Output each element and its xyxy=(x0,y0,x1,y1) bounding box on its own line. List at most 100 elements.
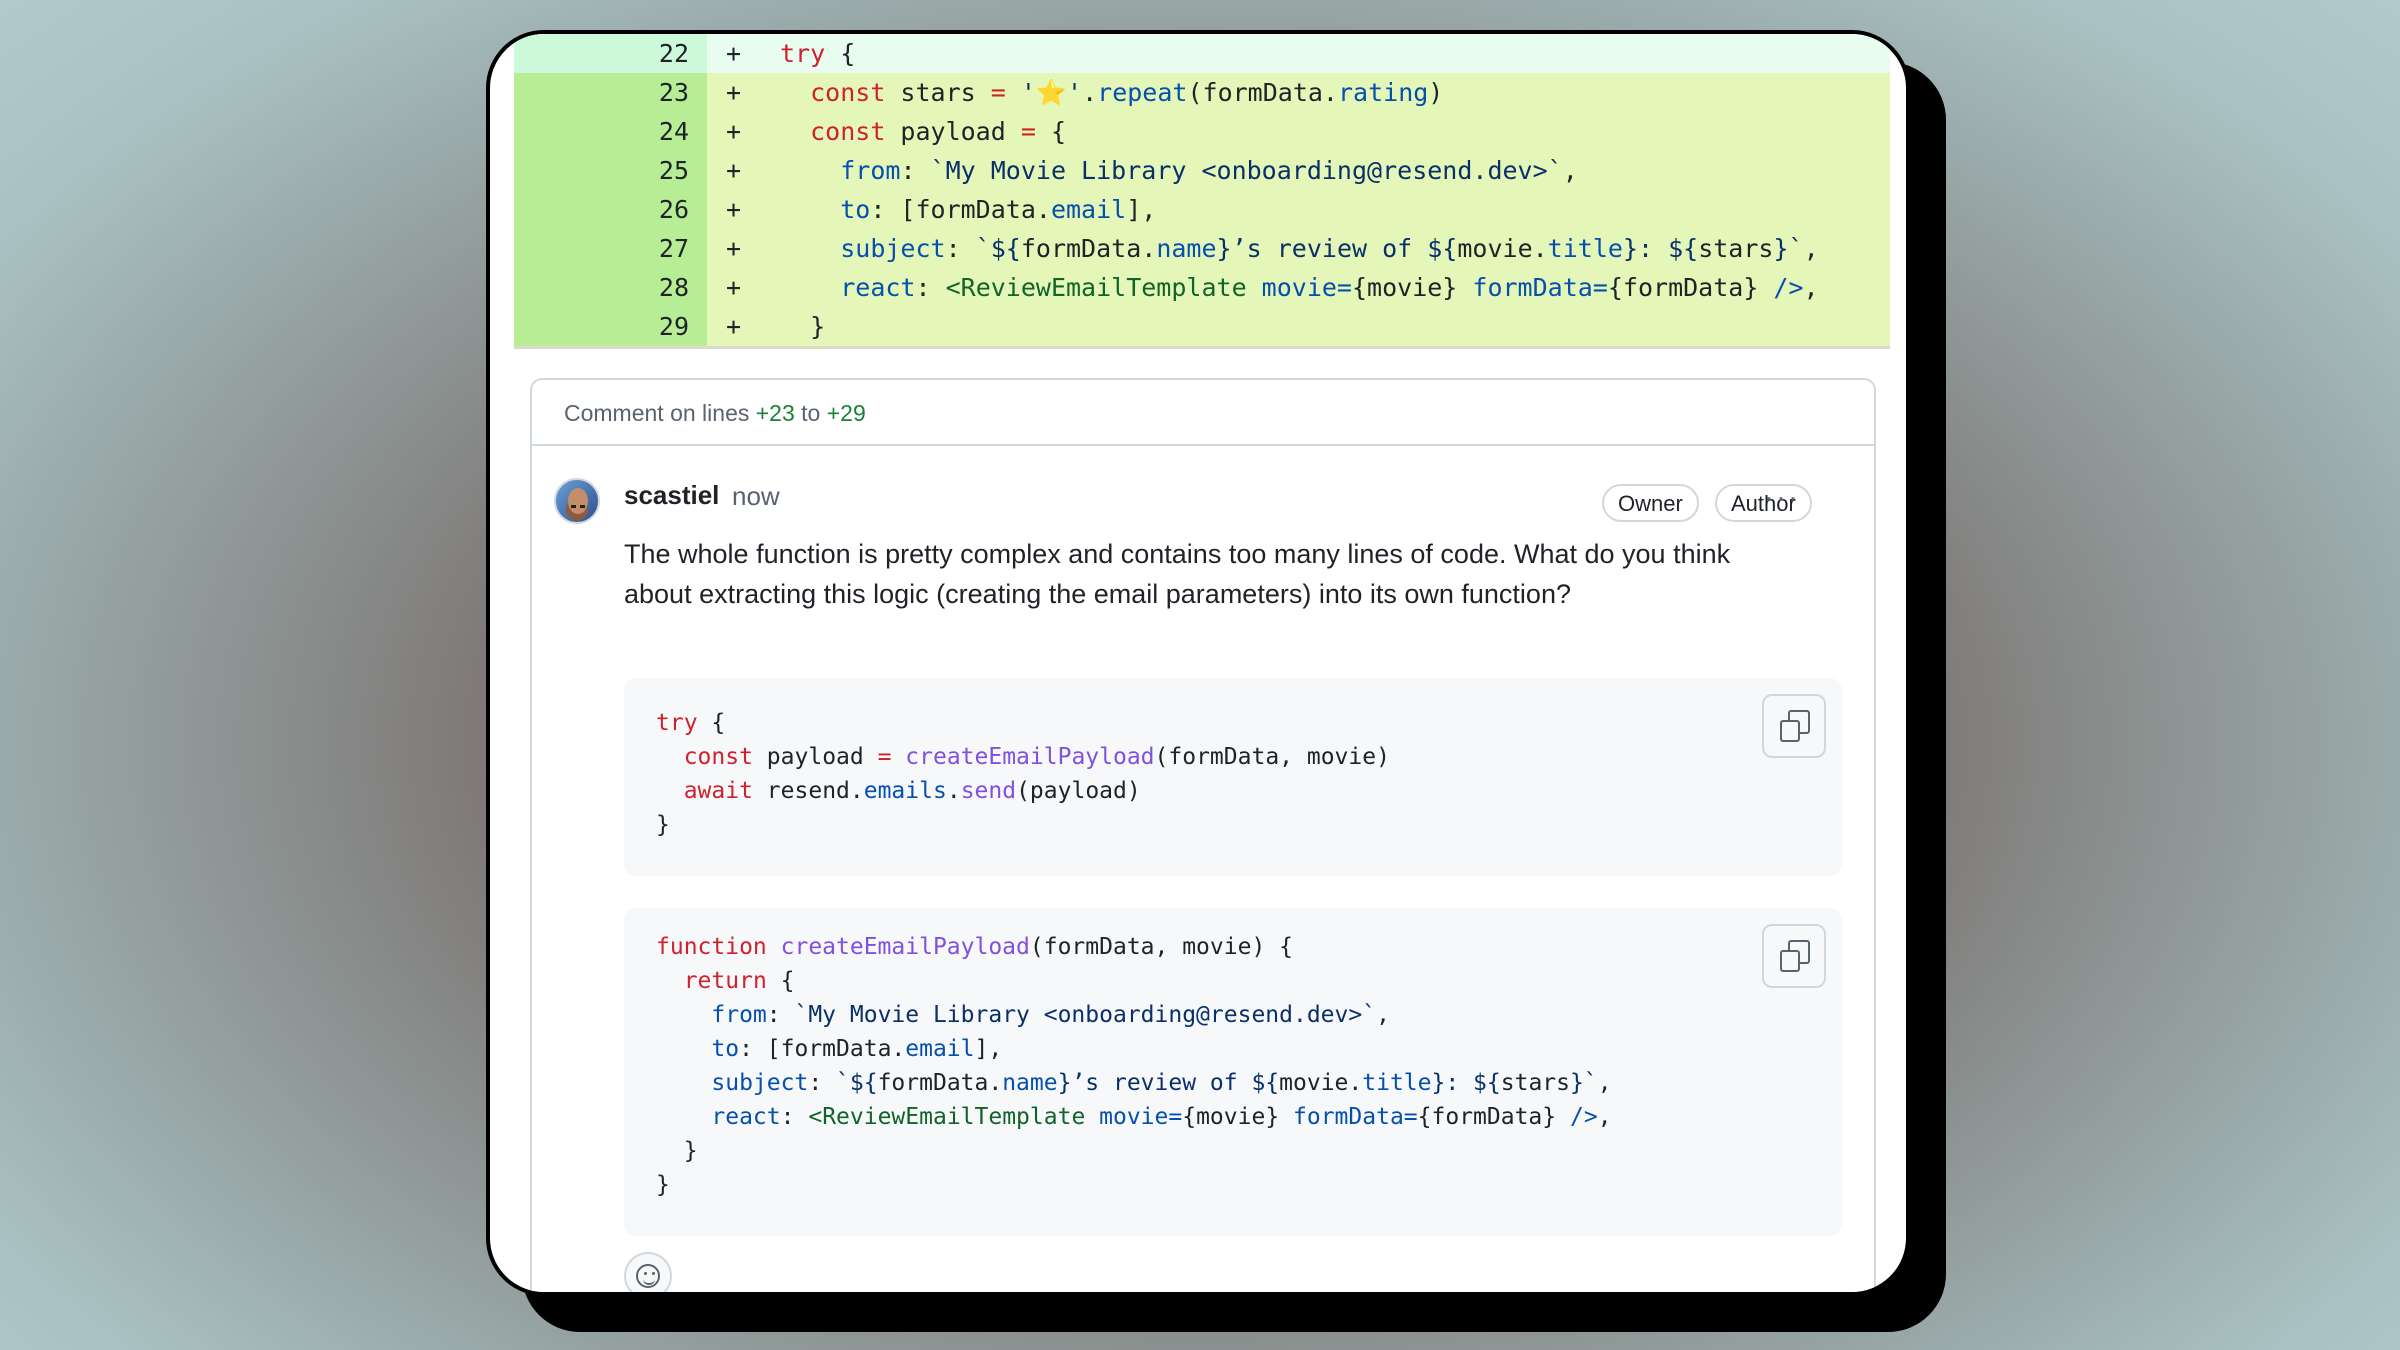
diff-code: } xyxy=(780,307,825,346)
diff-line-28[interactable]: 28 + react: <ReviewEmailTemplate movie={… xyxy=(514,268,1890,307)
code-token: const xyxy=(683,744,753,770)
code-token: subject xyxy=(711,1070,809,1096)
code-token: formData. xyxy=(877,1070,1003,1096)
code-token: } xyxy=(656,812,670,838)
smiley-icon-eye xyxy=(644,1272,647,1275)
code-token: to xyxy=(711,1036,740,1062)
code-token: (formData. xyxy=(1187,78,1338,107)
comment-body: The whole function is pretty complex and… xyxy=(624,539,1731,609)
line-number[interactable]: 26 xyxy=(514,190,707,229)
code-line: subject: `${formData.name}’s review of $… xyxy=(656,1066,1611,1100)
code-token: /> xyxy=(1758,273,1804,302)
avatar-face xyxy=(568,488,588,514)
code-token: (formData, movie) { xyxy=(1029,934,1293,960)
avatar-eye xyxy=(571,505,576,508)
code-token: movie. xyxy=(1457,234,1548,263)
code-token: , xyxy=(1376,1002,1390,1028)
code-token: movie. xyxy=(1279,1070,1363,1096)
code-token: { xyxy=(697,710,726,736)
code-token: title xyxy=(1362,1070,1432,1096)
code-token: : [formData. xyxy=(870,195,1051,224)
code-token: formData. xyxy=(1020,234,1157,263)
code-token: : xyxy=(945,234,976,263)
diff-code: to: [formData.email], xyxy=(780,190,1156,229)
screenshot-card: 22 + try { 23 + const stars = '⭐'.repeat… xyxy=(486,30,1910,1296)
code-token: (payload) xyxy=(1016,778,1141,804)
comment-timestamp[interactable]: now xyxy=(732,481,780,512)
diff-line-24[interactable]: 24 + const payload = { xyxy=(514,112,1890,151)
code-token: payload xyxy=(752,744,878,770)
code-token: await xyxy=(683,778,753,804)
code-token: { xyxy=(766,968,795,994)
code-token: payload xyxy=(885,117,1021,146)
avatar[interactable] xyxy=(554,478,600,524)
code-token: /> xyxy=(1556,1104,1598,1130)
comment-author[interactable]: scastiel xyxy=(624,480,719,511)
code-token: }: ${ xyxy=(1431,1070,1501,1096)
code-token: from xyxy=(711,1002,767,1028)
line-number[interactable]: 27 xyxy=(514,229,707,268)
diff-line-29[interactable]: 29 + } xyxy=(514,307,1890,346)
code-token: : xyxy=(915,273,946,302)
code-token: }’s review of ${ xyxy=(1057,1070,1280,1096)
code-token: try xyxy=(656,710,698,736)
code-token: '⭐' xyxy=(1005,78,1083,107)
code-token: }` xyxy=(1570,1070,1598,1096)
line-number[interactable]: 24 xyxy=(514,112,707,151)
code-token: rating xyxy=(1337,78,1429,107)
code-line: function createEmailPayload(formData, mo… xyxy=(656,930,1293,964)
line-range-start[interactable]: +23 xyxy=(756,400,795,426)
code-token: : xyxy=(900,156,931,185)
code-token: { xyxy=(1035,117,1067,146)
copy-icon[interactable] xyxy=(1762,694,1826,758)
code-token: stars xyxy=(1500,1070,1570,1096)
code-token: formData= xyxy=(1279,1104,1418,1130)
diff-code: from: `My Movie Library <onboarding@rese… xyxy=(780,151,1578,190)
code-token: email xyxy=(905,1036,975,1062)
code-token: to xyxy=(840,195,871,224)
code-token: : [formData. xyxy=(739,1036,906,1062)
line-number[interactable]: 29 xyxy=(514,307,707,346)
diff-line-27[interactable]: 27 + subject: `${formData.name}’s review… xyxy=(514,229,1890,268)
code-token: `My Movie Library <onboarding@resend.dev… xyxy=(794,1002,1377,1028)
owner-badge: Owner xyxy=(1602,484,1699,522)
diff-line-22[interactable]: 22 + try { xyxy=(514,34,1890,73)
code-token: send xyxy=(960,778,1017,804)
diff-line-26[interactable]: 26 + to: [formData.email], xyxy=(514,190,1890,229)
diff-code: const stars = '⭐'.repeat(formData.rating… xyxy=(780,73,1443,112)
line-number[interactable]: 23 xyxy=(514,73,707,112)
code-token: `My Movie Library <onboarding@resend.dev… xyxy=(930,156,1563,185)
code-token: function xyxy=(656,934,767,960)
code-token: name xyxy=(1156,234,1217,263)
code-token: {movie} xyxy=(1182,1104,1280,1130)
smiley-icon[interactable] xyxy=(624,1252,672,1292)
code-token: = xyxy=(990,78,1006,107)
suggested-code-snippet-2: function createEmailPayload(formData, mo… xyxy=(624,908,1842,1236)
code-line: } xyxy=(656,808,670,842)
line-number[interactable]: 25 xyxy=(514,151,707,190)
code-token: title xyxy=(1547,234,1623,263)
diff-line-23[interactable]: 23 + const stars = '⭐'.repeat(formData.r… xyxy=(514,73,1890,112)
copy-icon[interactable] xyxy=(1762,924,1826,988)
code-token: stars xyxy=(885,78,991,107)
code-token: }: ${ xyxy=(1622,234,1699,263)
code-token: ], xyxy=(1126,195,1157,224)
code-token: { xyxy=(825,39,856,68)
line-number[interactable]: 28 xyxy=(514,268,707,307)
code-token: const xyxy=(810,78,886,107)
avatar-eye xyxy=(580,505,585,508)
line-number[interactable]: 22 xyxy=(514,34,707,73)
line-range-end[interactable]: +29 xyxy=(827,400,866,426)
code-token: . xyxy=(1082,78,1098,107)
diff-view: 22 + try { 23 + const stars = '⭐'.repeat… xyxy=(514,34,1890,349)
code-token: repeat xyxy=(1097,78,1188,107)
code-line: react: <ReviewEmailTemplate movie={movie… xyxy=(656,1100,1611,1134)
diff-code: try { xyxy=(780,34,855,73)
copy-icon-front xyxy=(1780,720,1800,742)
thread-header: Comment on lines +23 to +29 xyxy=(532,380,1874,446)
diff-line-25[interactable]: 25 + from: `My Movie Library <onboarding… xyxy=(514,151,1890,190)
kebab-horizontal-icon[interactable]: ··· xyxy=(1764,483,1800,513)
code-line: await resend.emails.send(payload) xyxy=(656,774,1141,808)
diff-sign: + xyxy=(726,312,742,341)
code-line: return { xyxy=(656,964,795,998)
